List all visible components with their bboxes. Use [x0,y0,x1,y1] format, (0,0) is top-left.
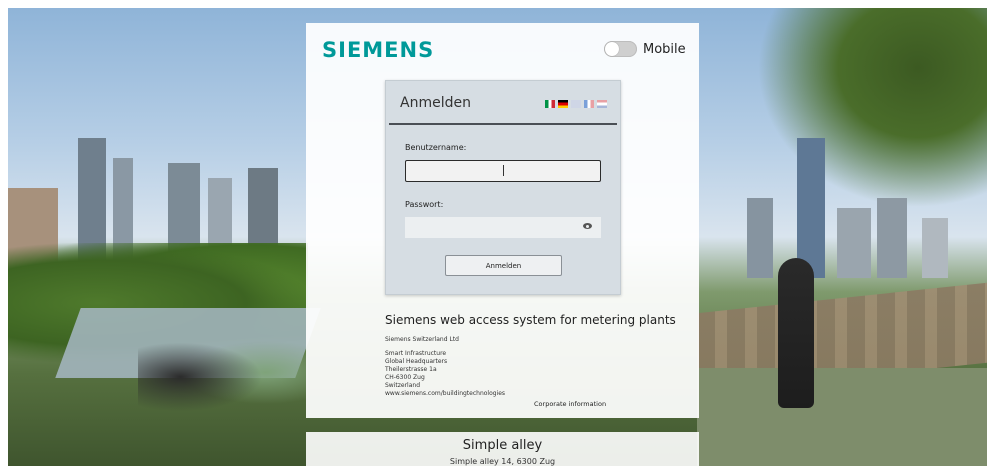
company-address: Siemens Switzerland Ltd Smart Infrastruc… [385,336,505,398]
hikers-figures [138,323,308,413]
jogger-figure [778,258,814,408]
address-line: Siemens Switzerland Ltd [385,336,459,343]
nl-flag-icon[interactable] [597,100,607,108]
password-input[interactable] [405,217,601,238]
gb-flag-icon[interactable] [571,100,581,108]
username-label: Benutzername: [405,143,467,152]
login-panel: Anmelden Benutzername: Passwort: Anmelde… [385,80,621,295]
fr-flag-icon[interactable] [584,100,594,108]
password-label: Passwort: [405,200,444,209]
city-skyline-right [697,138,987,298]
de-flag-icon[interactable] [558,100,568,108]
login-header: Anmelden [389,81,617,125]
toggle-switch[interactable] [604,41,637,57]
system-heading: Siemens web access system for metering p… [385,313,676,327]
username-input[interactable] [405,160,601,182]
address-line: CH-6300 Zug [385,374,425,381]
eye-icon[interactable] [583,223,592,229]
website-link[interactable]: www.siemens.com/buildingtechnologies [385,390,505,398]
login-title: Anmelden [400,95,471,111]
site-address: Simple alley 14, 6300 Zug [449,457,556,466]
address-line: Global Headquarters [385,358,448,365]
text-caret [503,165,504,176]
walkway [697,368,987,466]
toggle-knob [605,42,619,56]
siemens-logo: SIEMENS [322,38,435,62]
language-selector [545,100,607,108]
corporate-information-link[interactable]: Corporate information [534,400,606,408]
site-name: Simple alley [462,438,543,453]
login-card: SIEMENS Mobile Anmelden Benutzername: Pa… [306,23,699,418]
address-line: Theilerstrasse 1a [385,366,437,373]
mobile-toggle[interactable]: Mobile [604,41,686,57]
mobile-label: Mobile [643,41,686,57]
login-button[interactable]: Anmelden [445,255,562,276]
address-line: Smart Infrastructure [385,350,447,357]
address-line: Switzerland [385,382,420,389]
it-flag-icon[interactable] [545,100,555,108]
footer-panel: Simple alley Simple alley 14, 6300 Zug [306,432,699,466]
